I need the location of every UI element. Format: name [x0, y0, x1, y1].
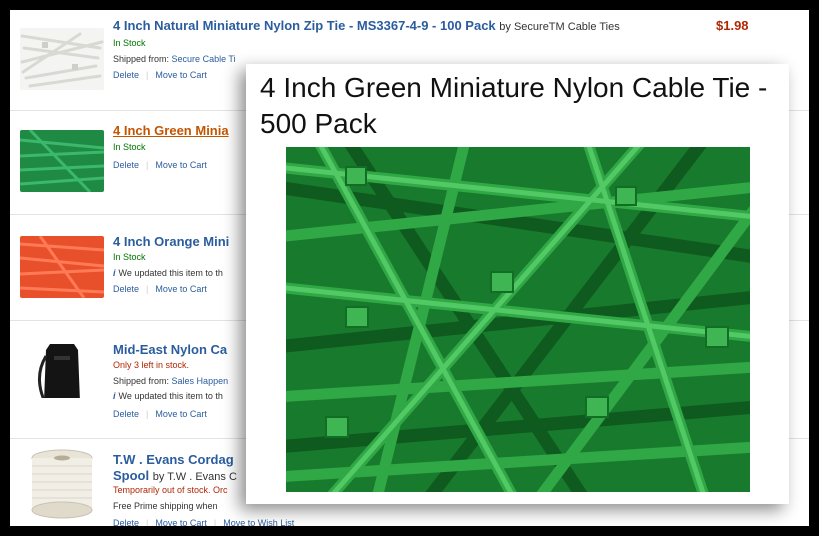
- orange-zip-ties-image[interactable]: [20, 236, 104, 298]
- separator: |: [213, 518, 217, 526]
- move-to-cart-link[interactable]: Move to Cart: [155, 284, 207, 294]
- delete-link[interactable]: Delete: [113, 160, 139, 170]
- green-cable-ties-photo: [286, 147, 750, 492]
- stock-status: In Stock: [113, 142, 146, 152]
- move-to-wishlist-link[interactable]: Move to Wish List: [223, 518, 294, 526]
- item-title-line2[interactable]: Spool by T.W . Evans C: [113, 468, 237, 483]
- shipping-info: Free Prime shipping when: [113, 501, 218, 511]
- delete-link[interactable]: Delete: [113, 409, 139, 419]
- item-actions: Delete | Move to Cart: [113, 409, 207, 419]
- white-cord-spool-image[interactable]: [20, 446, 104, 522]
- shopping-cart-screenshot: 4 Inch Natural Miniature Nylon Zip Tie -…: [10, 10, 809, 526]
- separator: |: [146, 518, 149, 526]
- item-title[interactable]: 4 Inch Natural Miniature Nylon Zip Tie -…: [113, 18, 620, 33]
- item-actions: Delete | Move to Cart: [113, 70, 207, 80]
- stock-status: Temporarily out of stock. Orc: [113, 485, 228, 495]
- seller-link[interactable]: Secure Cable Ti: [172, 54, 236, 64]
- separator: |: [146, 160, 149, 170]
- zoom-overlay: 4 Inch Green Miniature Nylon Cable Tie -…: [246, 64, 789, 504]
- move-to-cart-link[interactable]: Move to Cart: [155, 70, 207, 80]
- shipped-from-label: Shipped from:: [113, 376, 170, 386]
- info-icon: i: [113, 391, 116, 401]
- shipped-from-label: Shipped from:: [113, 54, 170, 64]
- delete-link[interactable]: Delete: [113, 70, 139, 80]
- shipped-from: Shipped from: Sales Happen: [113, 376, 228, 386]
- green-zip-ties-image[interactable]: [20, 130, 104, 192]
- move-to-cart-link[interactable]: Move to Cart: [155, 160, 207, 170]
- update-notice: i We updated this item to th: [113, 391, 223, 401]
- info-icon: i: [113, 268, 116, 278]
- item-title-text[interactable]: 4 Inch Natural Miniature Nylon Zip Tie -…: [113, 18, 496, 33]
- update-notice: i We updated this item to th: [113, 268, 223, 278]
- white-zip-ties-image[interactable]: [20, 28, 104, 90]
- item-title-line2-text[interactable]: Spool: [113, 468, 149, 483]
- separator: |: [146, 284, 149, 294]
- item-title[interactable]: Mid-East Nylon Ca: [113, 342, 227, 357]
- delete-link[interactable]: Delete: [113, 284, 139, 294]
- update-notice-text: We updated this item to th: [118, 391, 223, 401]
- stock-status: In Stock: [113, 252, 146, 262]
- stock-status: Only 3 left in stock.: [113, 360, 190, 370]
- item-byline: by T.W . Evans C: [152, 471, 237, 483]
- item-title[interactable]: 4 Inch Orange Mini: [113, 234, 229, 249]
- item-byline: by SecureTM Cable Ties: [499, 21, 620, 33]
- stock-status: In Stock: [113, 38, 146, 48]
- item-actions: Delete | Move to Cart: [113, 284, 207, 294]
- item-title[interactable]: T.W . Evans Cordag: [113, 452, 234, 467]
- shipped-from: Shipped from: Secure Cable Ti: [113, 54, 236, 64]
- update-notice-text: We updated this item to th: [118, 268, 223, 278]
- item-actions: Delete | Move to Cart: [113, 160, 207, 170]
- item-actions: Delete | Move to Cart | Move to Wish List: [113, 518, 294, 526]
- item-title[interactable]: 4 Inch Green Minia: [113, 123, 229, 138]
- separator: |: [146, 409, 149, 419]
- move-to-cart-link[interactable]: Move to Cart: [155, 518, 207, 526]
- item-price: $1.98: [716, 18, 749, 33]
- delete-link[interactable]: Delete: [113, 518, 139, 526]
- zoom-title: 4 Inch Green Miniature Nylon Cable Tie -…: [260, 72, 768, 139]
- black-bag-image[interactable]: [20, 336, 104, 398]
- move-to-cart-link[interactable]: Move to Cart: [155, 409, 207, 419]
- separator: |: [146, 70, 149, 80]
- seller-link[interactable]: Sales Happen: [172, 376, 229, 386]
